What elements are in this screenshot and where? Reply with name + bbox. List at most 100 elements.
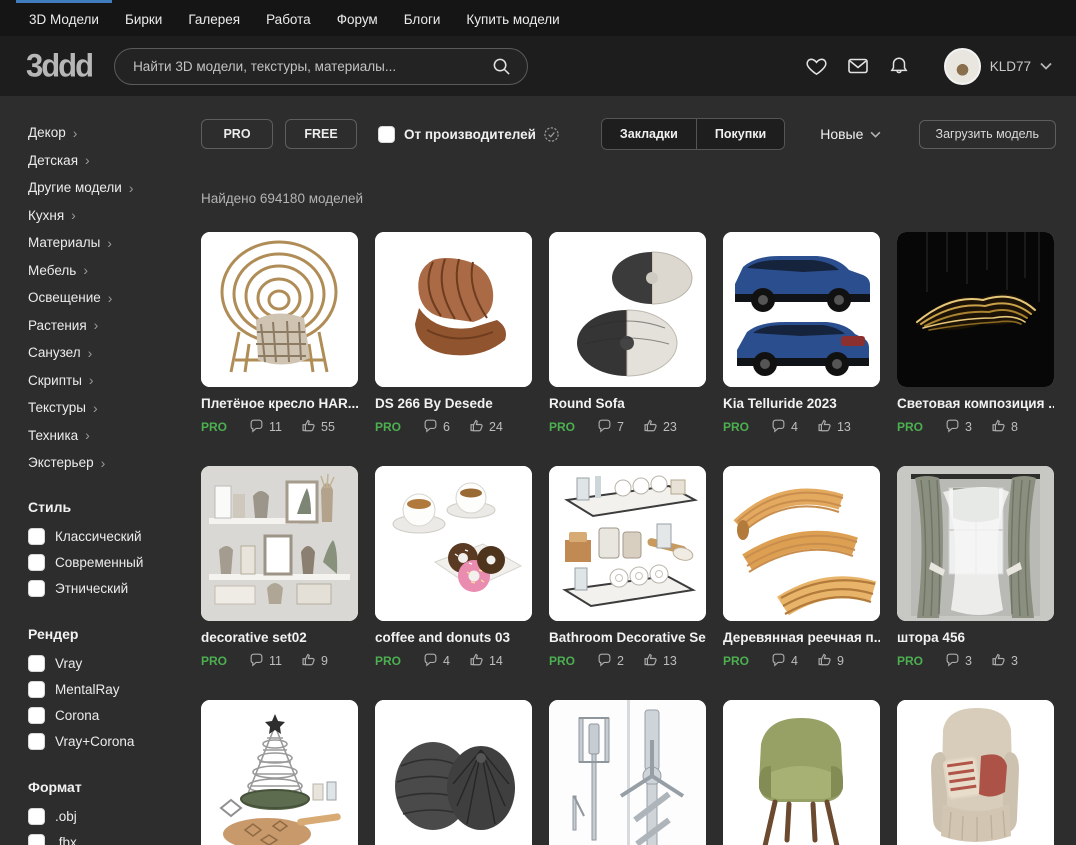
filter-option-1-0[interactable]: Vray [28, 655, 195, 672]
sidebar-category-5[interactable]: Мебель › [28, 263, 195, 278]
checkbox[interactable] [28, 580, 45, 597]
coffee-donuts-thumbnail[interactable] [375, 466, 532, 621]
sidebar-category-6[interactable]: Освещение › [28, 290, 195, 305]
model-title[interactable]: Плетёное кресло HAR... [201, 396, 358, 411]
bookmarks-button[interactable]: Закладки [601, 119, 696, 149]
checkbox[interactable] [28, 528, 45, 545]
light-composition-thumbnail[interactable] [897, 232, 1054, 387]
nav-item-0[interactable]: 3D Модели [16, 0, 112, 36]
nav-item-1[interactable]: Бирки [112, 0, 175, 36]
model-title[interactable]: DS 266 By Desede [375, 396, 532, 411]
filter-option-0-2[interactable]: Этнический [28, 580, 195, 597]
nav-item-3[interactable]: Работа [253, 0, 324, 36]
comments-stat[interactable]: 3 [945, 653, 972, 670]
green-armchair-thumbnail[interactable] [723, 700, 880, 845]
likes-stat[interactable]: 13 [817, 418, 851, 436]
search-icon[interactable] [489, 54, 513, 78]
search-input[interactable] [133, 58, 490, 74]
search-bar[interactable] [114, 47, 529, 85]
sidebar-category-2[interactable]: Другие модели › [28, 180, 195, 195]
sidebar-category-8[interactable]: Санузел › [28, 345, 195, 360]
comments-stat[interactable]: 3 [945, 419, 972, 436]
comments-stat[interactable]: 4 [423, 653, 450, 670]
comments-stat[interactable]: 11 [249, 653, 282, 670]
from-manufacturers-checkbox[interactable] [378, 125, 395, 143]
wood-slats-thumbnail[interactable] [723, 466, 880, 621]
purchases-button[interactable]: Покупки [695, 119, 785, 149]
checkbox[interactable] [28, 733, 45, 750]
model-title[interactable]: decorative set02 [201, 630, 358, 645]
wind-turbines-thumbnail[interactable] [549, 700, 706, 845]
nav-item-5[interactable]: Блоги [391, 0, 454, 36]
filter-option-2-0[interactable]: .obj [28, 808, 195, 825]
model-title[interactable]: Round Sofa [549, 396, 706, 411]
sidebar-category-10[interactable]: Текстуры › [28, 400, 195, 415]
likes-stat[interactable]: 3 [991, 652, 1018, 670]
checkbox[interactable] [28, 808, 45, 825]
checkbox[interactable] [28, 655, 45, 672]
likes-stat[interactable]: 9 [817, 652, 844, 670]
likes-stat[interactable]: 8 [991, 418, 1018, 436]
sidebar-category-11[interactable]: Техника › [28, 428, 195, 443]
likes-stat[interactable]: 13 [643, 652, 677, 670]
sidebar-category-1[interactable]: Детская › [28, 153, 195, 168]
christmas-set-thumbnail[interactable] [201, 700, 358, 845]
likes-stat[interactable]: 14 [469, 652, 503, 670]
kia-suv-thumbnail[interactable] [723, 232, 880, 387]
sidebar-category-0[interactable]: Декор › [28, 125, 195, 140]
likes-stat[interactable]: 24 [469, 418, 503, 436]
curtains-thumbnail[interactable] [897, 466, 1054, 621]
leather-chaise-thumbnail[interactable] [375, 232, 532, 387]
nav-item-2[interactable]: Галерея [175, 0, 253, 36]
filter-option-1-1[interactable]: MentalRay [28, 681, 195, 698]
filter-option-1-3[interactable]: Vray+Corona [28, 733, 195, 750]
checkbox[interactable] [28, 707, 45, 724]
notifications-bell-icon[interactable] [887, 54, 911, 78]
decorative-shelf-thumbnail[interactable] [201, 466, 358, 621]
upload-model-button[interactable]: Загрузить модель [918, 119, 1056, 149]
model-title[interactable]: Bathroom Decorative Set [549, 630, 706, 645]
sidebar-category-4[interactable]: Материалы › [28, 235, 195, 250]
comments-stat[interactable]: 11 [249, 419, 282, 436]
dark-pillows-thumbnail[interactable] [375, 700, 532, 845]
rattan-chair-thumbnail[interactable] [201, 232, 358, 387]
nav-item-4[interactable]: Форум [324, 0, 391, 36]
likes-stat[interactable]: 9 [301, 652, 328, 670]
model-title[interactable]: штора 456 [897, 630, 1054, 645]
site-logo[interactable]: 3ddd [26, 47, 94, 85]
filter-option-1-2[interactable]: Corona [28, 707, 195, 724]
sidebar-category-9[interactable]: Скрипты › [28, 373, 195, 388]
sidebar-category-3[interactable]: Кухня › [28, 208, 195, 223]
filter-option-0-0[interactable]: Классический [28, 528, 195, 545]
messages-envelope-icon[interactable] [846, 54, 870, 78]
filter-option-0-1[interactable]: Современный [28, 554, 195, 571]
avatar[interactable] [943, 47, 981, 85]
sidebar-category-12[interactable]: Экстерьер › [28, 455, 195, 470]
likes-stat[interactable]: 55 [301, 418, 335, 436]
checkbox[interactable] [28, 681, 45, 698]
model-title[interactable]: coffee and donuts 03 [375, 630, 532, 645]
filter-option-2-1[interactable]: .fbx [28, 834, 195, 845]
free-filter-button[interactable]: FREE [285, 119, 357, 149]
comments-stat[interactable]: 6 [423, 419, 450, 436]
from-manufacturers-filter[interactable]: От производителей [378, 125, 560, 143]
bathroom-set-thumbnail[interactable] [549, 466, 706, 621]
model-title[interactable]: Деревянная реечная п... [723, 630, 880, 645]
favorites-heart-icon[interactable] [805, 54, 829, 78]
model-title[interactable]: Световая композиция ... [897, 396, 1054, 411]
model-title[interactable]: Kia Telluride 2023 [723, 396, 880, 411]
comments-stat[interactable]: 7 [597, 419, 624, 436]
user-menu[interactable]: KLD77 [943, 47, 1052, 85]
round-sofa-thumbnail[interactable] [549, 232, 706, 387]
beige-armchair-thumbnail[interactable] [897, 700, 1054, 845]
likes-stat[interactable]: 23 [643, 418, 677, 436]
comments-stat[interactable]: 4 [771, 653, 798, 670]
nav-item-6[interactable]: Купить модели [453, 0, 572, 36]
pro-filter-button[interactable]: PRO [201, 119, 273, 149]
checkbox[interactable] [28, 554, 45, 571]
sidebar-category-7[interactable]: Растения › [28, 318, 195, 333]
comments-stat[interactable]: 4 [771, 419, 798, 436]
comments-stat[interactable]: 2 [597, 653, 624, 670]
sort-dropdown[interactable]: Новые [820, 126, 881, 142]
checkbox[interactable] [28, 834, 45, 845]
